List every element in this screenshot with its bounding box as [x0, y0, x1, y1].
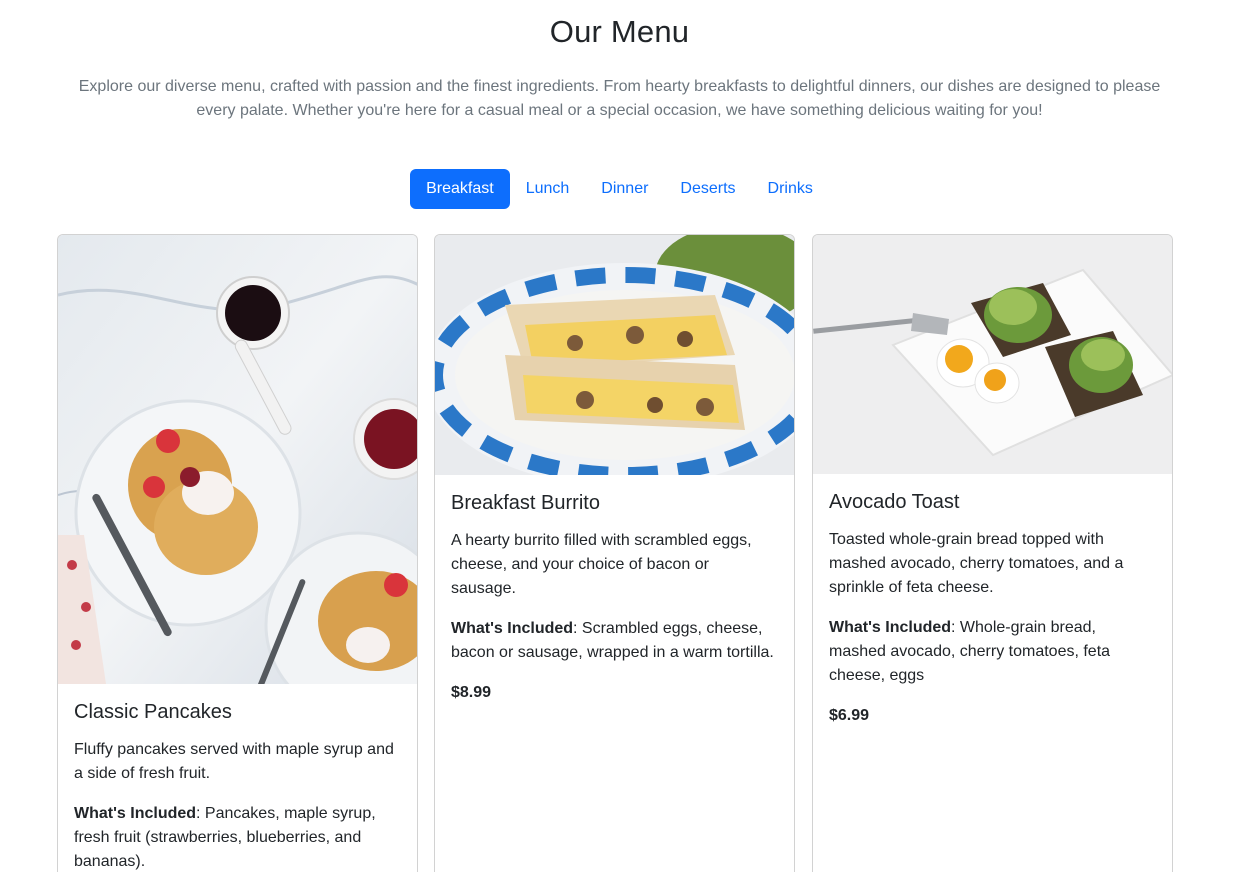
included-label: What's Included [74, 805, 197, 822]
menu-card: Breakfast Burrito A hearty burrito fille… [434, 234, 795, 872]
burrito-photo [435, 235, 794, 475]
tab-deserts[interactable]: Deserts [664, 169, 751, 209]
intro-text: Explore our diverse menu, crafted with p… [78, 78, 1161, 119]
included-label: What's Included [451, 620, 574, 637]
menu-tabs: Breakfast Lunch Dinner Deserts Drinks [0, 169, 1239, 209]
item-included: What's Included: Whole-grain bread, mash… [829, 616, 1156, 688]
card-body: Classic Pancakes Fluffy pancakes served … [58, 684, 417, 872]
menu-card: Classic Pancakes Fluffy pancakes served … [57, 234, 418, 872]
pancakes-photo [58, 235, 417, 684]
tab-drinks[interactable]: Drinks [752, 169, 829, 209]
item-included: What's Included: Scrambled eggs, cheese,… [451, 617, 778, 665]
item-description: Fluffy pancakes served with maple syrup … [74, 741, 394, 782]
card-body: Breakfast Burrito A hearty burrito fille… [435, 475, 794, 721]
item-price: $6.99 [829, 707, 870, 724]
item-description: A hearty burrito filled with scrambled e… [451, 532, 752, 597]
item-included: What's Included: Pancakes, maple syrup, … [74, 802, 401, 872]
tab-breakfast[interactable]: Breakfast [410, 169, 510, 209]
item-name: Avocado Toast [829, 491, 960, 513]
menu-card: Avocado Toast Toasted whole-grain bread … [812, 234, 1173, 872]
item-name: Classic Pancakes [74, 701, 232, 723]
page-title: Our Menu [549, 14, 690, 49]
item-description: Toasted whole-grain bread topped with ma… [829, 531, 1124, 596]
item-price: $8.99 [451, 684, 492, 701]
menu-page: Our Menu Explore our diverse menu, craft… [0, 0, 1239, 872]
item-name: Breakfast Burrito [451, 492, 600, 514]
avocado-toast-photo [813, 235, 1172, 474]
tab-dinner[interactable]: Dinner [585, 169, 664, 209]
included-label: What's Included [829, 619, 952, 636]
card-body: Avocado Toast Toasted whole-grain bread … [813, 474, 1172, 744]
tab-lunch[interactable]: Lunch [510, 169, 586, 209]
